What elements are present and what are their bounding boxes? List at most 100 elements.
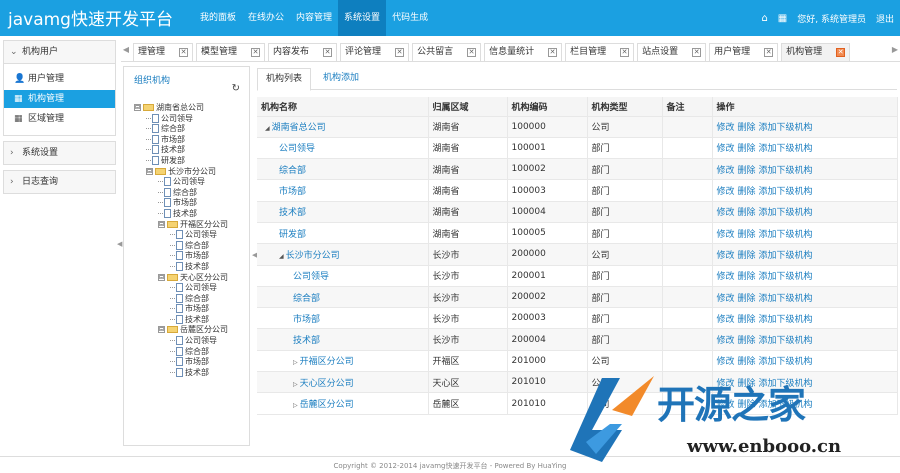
tree-node[interactable]: 市场部 [134,134,228,146]
org-name-cell[interactable]: 市场部 [257,307,429,330]
close-icon[interactable]: ✕ [395,48,405,57]
nav-item-0[interactable]: 我的面板 [194,0,242,36]
close-icon[interactable]: ✕ [692,48,702,57]
tab-1[interactable]: 模型管理 ✕ [196,43,266,61]
org-name[interactable]: 技术部 [293,336,320,346]
table-row[interactable]: ◢ 长沙市分公司 长沙市 200000 公司 修改 删除 添加下级机构 [257,243,898,266]
add-child-link[interactable]: 添加下级机构 [759,144,813,154]
sidebar-group-1[interactable]: › 系统设置 [3,141,116,165]
edit-link[interactable]: 修改 [717,230,735,240]
table-row[interactable]: 公司领导 湖南省 100001 部门 修改 删除 添加下级机构 [257,137,898,160]
tree-node[interactable]: 综合部 [134,124,228,135]
tree-collapse-icon[interactable]: ⊟ [158,326,165,334]
grid-menu-icon[interactable]: ▦ [778,13,787,24]
delete-link[interactable]: 删除 [738,251,756,261]
org-name-cell[interactable]: ◢ 长沙市分公司 [257,243,429,266]
org-name-cell[interactable]: 综合部 [257,158,429,181]
edit-link[interactable]: 修改 [717,187,735,197]
tab-0[interactable]: 理管理 ✕ [133,43,194,61]
tree-node[interactable]: 市场部 [134,357,228,368]
table-row[interactable]: 综合部 湖南省 100002 部门 修改 删除 添加下级机构 [257,158,898,181]
org-name-cell[interactable]: ▷ 开福区分公司 [257,350,429,373]
table-row[interactable]: 技术部 湖南省 100004 部门 修改 删除 添加下级机构 [257,201,898,223]
edit-link[interactable]: 修改 [717,315,735,325]
org-name[interactable]: 研发部 [279,230,306,240]
org-name-cell[interactable]: 市场部 [257,179,429,202]
sidebar-group-0[interactable]: ⌄ 机构用户 [3,40,116,64]
add-child-link[interactable]: 添加下级机构 [759,294,813,304]
tab-7[interactable]: 站点设置 ✕ [637,43,707,61]
close-icon[interactable]: ✕ [251,48,261,57]
delete-link[interactable]: 删除 [738,123,756,133]
close-icon[interactable]: ✕ [179,48,189,57]
tree-node[interactable]: 公司领导 [134,336,228,347]
table-row[interactable]: 研发部 湖南省 100005 部门 修改 删除 添加下级机构 [257,222,898,245]
delete-link[interactable]: 删除 [738,336,756,346]
tab-6[interactable]: 栏目管理 ✕ [565,43,635,61]
tab-2[interactable]: 内容发布 ✕ [268,43,338,61]
org-name-cell[interactable]: 综合部 [257,286,429,309]
tree-node[interactable]: 市场部 [134,198,228,209]
sidebar-item-1[interactable]: ▦ 机构管理 [4,90,115,108]
close-icon[interactable]: ✕ [764,48,774,57]
org-name-cell[interactable]: ▷ 天心区分公司 [257,371,429,394]
tab-org-list[interactable]: 机构列表 [257,68,312,91]
home-icon[interactable]: ⌂ [761,13,767,24]
close-icon[interactable]: ✕ [548,48,558,57]
tab-scroll-left-icon[interactable]: ◀ [121,43,131,57]
org-name-cell[interactable]: 技术部 [257,328,429,351]
tree-node[interactable]: 公司领导 [134,113,228,125]
nav-item-1[interactable]: 在线办公 [242,0,290,36]
edit-link[interactable]: 修改 [717,166,735,176]
org-name[interactable]: 公司领导 [279,144,315,154]
nav-item-3[interactable]: 系统设置 [338,0,387,36]
table-row[interactable]: 市场部 长沙市 200003 部门 修改 删除 添加下级机构 [257,307,898,330]
table-row[interactable]: 市场部 湖南省 100003 部门 修改 删除 添加下级机构 [257,179,898,202]
org-name-cell[interactable]: 技术部 [257,201,429,223]
close-icon[interactable]: ✕ [323,48,333,57]
table-row[interactable]: 公司领导 长沙市 200001 部门 修改 删除 添加下级机构 [257,265,898,287]
tree-node[interactable]: 综合部 [134,346,228,358]
edit-link[interactable]: 修改 [717,294,735,304]
expand-arrow-icon[interactable]: ◢ [279,253,284,260]
sidebar-group-2[interactable]: › 日志查询 [3,170,116,194]
table-row[interactable]: 综合部 长沙市 200002 部门 修改 删除 添加下级机构 [257,286,898,309]
tree-node[interactable]: ⊟ 湖南省总公司 [134,103,228,114]
table-row[interactable]: 技术部 长沙市 200004 部门 修改 删除 添加下级机构 [257,328,898,351]
delete-link[interactable]: 删除 [738,187,756,197]
collapse-sidebar-icon[interactable]: ◀ [117,240,122,248]
logout-link[interactable]: 退出 [876,12,894,25]
tree-node[interactable]: ⊟ 天心区分公司 [134,273,228,284]
org-name-cell[interactable]: ◢ 湖南省总公司 [257,116,429,138]
tree-node[interactable]: 公司领导 [134,283,228,294]
tab-scroll-right-icon[interactable]: ▶ [890,43,900,57]
tab-3[interactable]: 评论管理 ✕ [340,43,410,61]
tree-node[interactable]: 技术部 [134,314,228,326]
tree-node[interactable]: ⊟ 岳麓区分公司 [134,325,228,336]
close-icon[interactable]: ✕ [836,48,846,57]
table-row[interactable]: ◢ 湖南省总公司 湖南省 100000 公司 修改 删除 添加下级机构 [257,116,898,138]
expand-arrow-icon[interactable]: ▷ [293,381,298,388]
tab-8[interactable]: 用户管理 ✕ [709,43,779,61]
org-name[interactable]: 综合部 [279,166,306,176]
refresh-icon[interactable]: ↻ [232,83,240,94]
close-icon[interactable]: ✕ [620,48,630,57]
tree-node[interactable]: 综合部 [134,293,228,305]
delete-link[interactable]: 删除 [738,230,756,240]
tree-node[interactable]: 研发部 [134,155,228,167]
tree-collapse-icon[interactable]: ⊟ [158,220,165,228]
tree-node[interactable]: 市场部 [134,304,228,315]
nav-item-2[interactable]: 内容管理 [290,0,338,36]
add-child-link[interactable]: 添加下级机构 [759,187,813,197]
add-child-link[interactable]: 添加下级机构 [759,208,813,218]
org-name[interactable]: 开福区分公司 [300,357,354,367]
brand-title[interactable]: javamg快速开发平台 [8,5,173,30]
edit-link[interactable]: 修改 [717,123,735,133]
add-child-link[interactable]: 添加下级机构 [759,166,813,176]
org-name-cell[interactable]: ▷ 岳麓区分公司 [257,392,429,415]
add-child-link[interactable]: 添加下级机构 [759,315,813,325]
org-name[interactable]: 公司领导 [293,272,329,282]
expand-arrow-icon[interactable]: ▷ [293,359,298,366]
org-name[interactable]: 技术部 [279,208,306,218]
expand-arrow-icon[interactable]: ▷ [293,402,298,409]
